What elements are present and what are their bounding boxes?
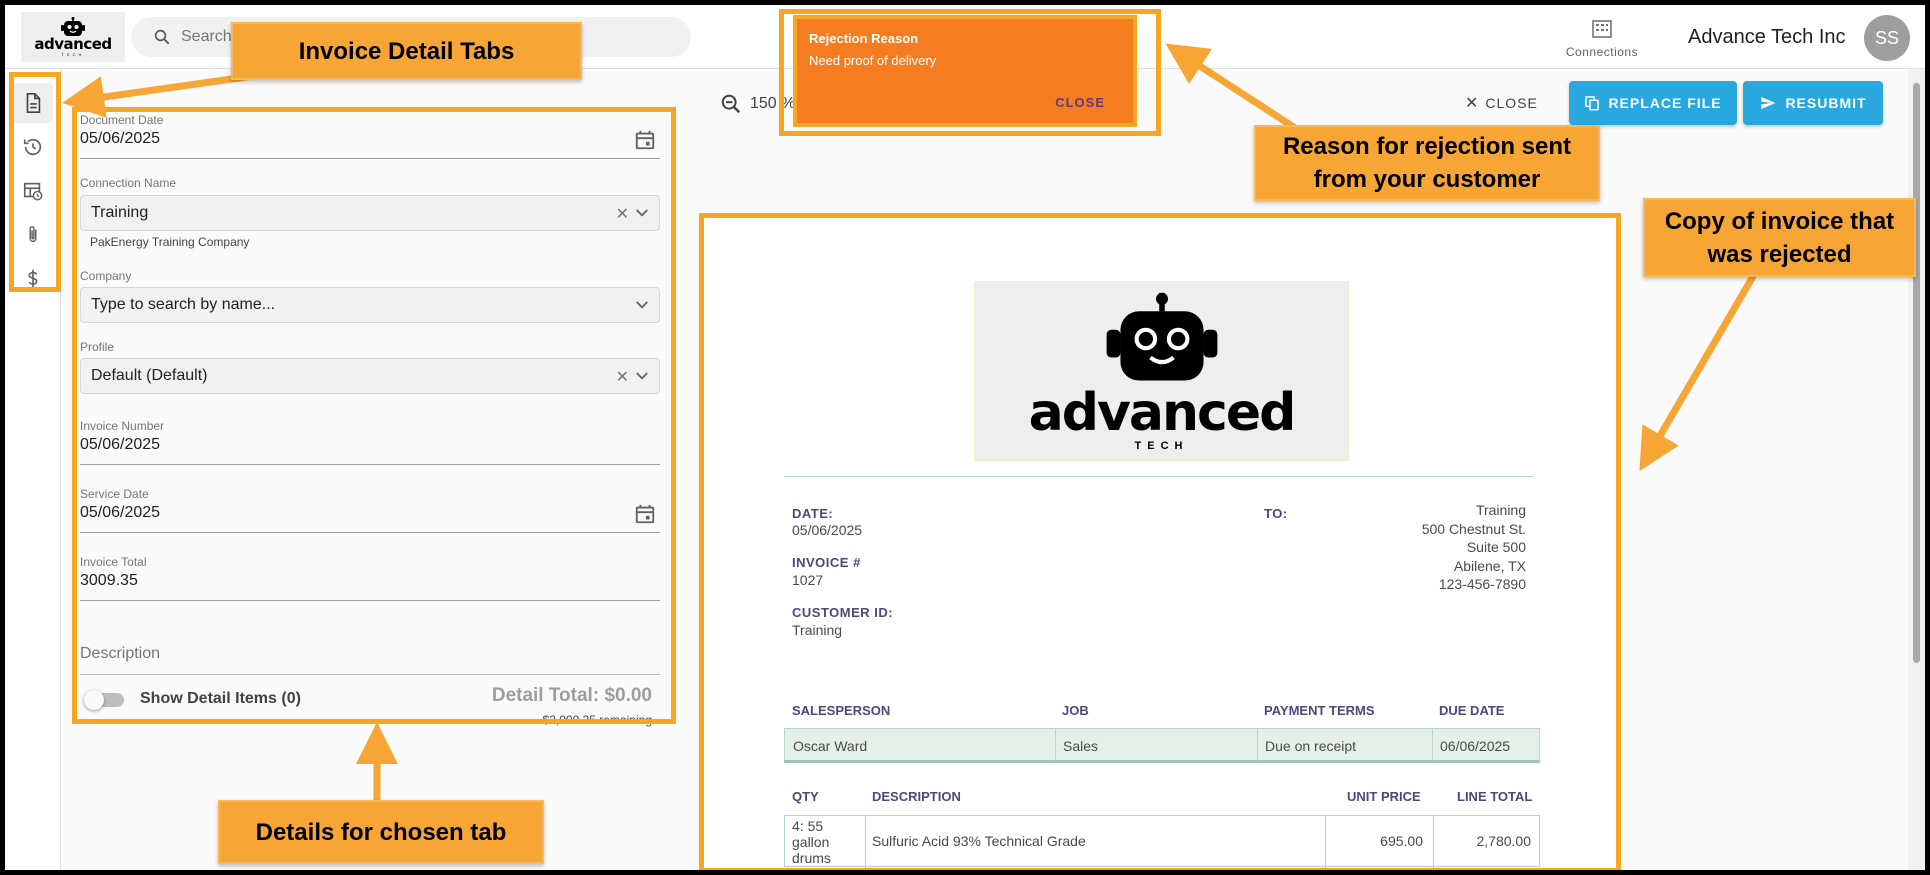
search-icon xyxy=(154,29,170,45)
close-button[interactable]: ✕ CLOSE xyxy=(1465,93,1538,113)
replace-file-button[interactable]: REPLACE FILE xyxy=(1569,81,1737,125)
address-line: Training xyxy=(1475,502,1526,518)
callout-tabs: Invoice Detail Tabs xyxy=(231,22,582,80)
zoom-out-icon[interactable] xyxy=(720,93,742,115)
replace-file-label: REPLACE FILE xyxy=(1608,95,1722,111)
app-window: advanced TECH Connections Advance Tech I… xyxy=(5,5,1925,870)
divider xyxy=(1433,816,1434,868)
table-cell: 4: 55 gallon drums xyxy=(792,818,831,866)
robot-logo-icon xyxy=(61,17,85,36)
column-header: LINE TOTAL xyxy=(1457,789,1533,804)
send-icon xyxy=(1761,97,1776,109)
form-highlight-box xyxy=(72,107,676,724)
address-line: Abilene, TX xyxy=(1453,557,1526,574)
table-cell: 06/06/2025 xyxy=(1440,738,1511,754)
robot-logo-icon xyxy=(1106,292,1217,381)
connections-button[interactable]: Connections xyxy=(1560,18,1644,59)
table-cell: Sales xyxy=(1063,738,1099,754)
column-header: PAYMENT TERMS xyxy=(1264,703,1375,718)
connections-label: Connections xyxy=(1565,45,1639,59)
customer-id-value: Training xyxy=(792,622,843,638)
column-header: DUE DATE xyxy=(1439,703,1505,718)
invoice-no-value: 1027 xyxy=(792,572,824,588)
table-cell: 2,780.00 xyxy=(1476,833,1532,849)
address-line: Suite 500 xyxy=(1466,539,1526,555)
divider xyxy=(865,816,866,868)
table-row: 4: 55 gallon drums Sulfuric Acid 93% Tec… xyxy=(784,815,1540,868)
column-header: UNIT PRICE xyxy=(1347,789,1421,804)
company-name: Advance Tech Inc xyxy=(1688,26,1846,48)
divider xyxy=(1055,729,1056,761)
logo-wordmark: advanced xyxy=(34,35,112,53)
address-line: 500 Chestnut St. xyxy=(1421,520,1526,537)
invoice-preview: advanced TECH DATE: 05/06/2025 INVOICE #… xyxy=(699,213,1621,870)
table-row: Oscar Ward Sales Due on receipt 06/06/20… xyxy=(784,728,1540,763)
logo-subtext: TECH xyxy=(61,52,85,57)
table-cell: Oscar Ward xyxy=(793,738,868,754)
customer-id-label: CUSTOMER ID: xyxy=(792,605,894,620)
tabs-highlight-box xyxy=(9,72,61,292)
avatar[interactable]: SS xyxy=(1864,15,1910,61)
invoice-logo: advanced TECH xyxy=(974,281,1349,461)
table-cell: Due on receipt xyxy=(1265,738,1357,754)
divider xyxy=(784,476,1534,477)
to-label: TO: xyxy=(1264,506,1288,521)
invoice-logo-subtext: TECH xyxy=(1134,440,1189,452)
toast-highlight-box xyxy=(779,9,1161,136)
divider xyxy=(1432,729,1433,761)
resubmit-button[interactable]: RESUBMIT xyxy=(1743,81,1883,125)
building-icon xyxy=(1592,20,1612,38)
callout-copy: Copy of invoice that was rejected xyxy=(1643,198,1916,277)
divider xyxy=(1325,816,1326,868)
column-header: DESCRIPTION xyxy=(872,789,961,804)
invoice-no-label: INVOICE # xyxy=(792,555,861,570)
app-logo[interactable]: advanced TECH xyxy=(21,12,125,62)
scrollbar[interactable] xyxy=(1908,69,1925,870)
close-label: CLOSE xyxy=(1485,95,1538,111)
table-cell: 695.00 xyxy=(1380,833,1423,849)
divider xyxy=(1257,729,1258,761)
date-label: DATE: xyxy=(792,506,834,521)
table-cell: Sulfuric Acid 93% Technical Grade xyxy=(872,833,1086,849)
column-header: SALESPERSON xyxy=(792,703,891,718)
date-value: 05/06/2025 xyxy=(792,522,863,538)
resubmit-label: RESUBMIT xyxy=(1785,95,1867,111)
invoice-logo-wordmark: advanced xyxy=(1028,383,1297,443)
address-line: 123-456-7890 xyxy=(1438,576,1526,592)
scrollbar-thumb[interactable] xyxy=(1913,83,1920,663)
file-copy-icon xyxy=(1585,96,1600,111)
bill-to-address: Training 500 Chestnut St. Suite 500 Abil… xyxy=(1422,501,1526,594)
callout-details: Details for chosen tab xyxy=(218,800,544,864)
column-header: QTY xyxy=(792,789,819,804)
callout-reason: Reason for rejection sent from your cust… xyxy=(1254,125,1600,201)
close-icon: ✕ xyxy=(1465,95,1480,112)
column-header: JOB xyxy=(1062,703,1089,718)
